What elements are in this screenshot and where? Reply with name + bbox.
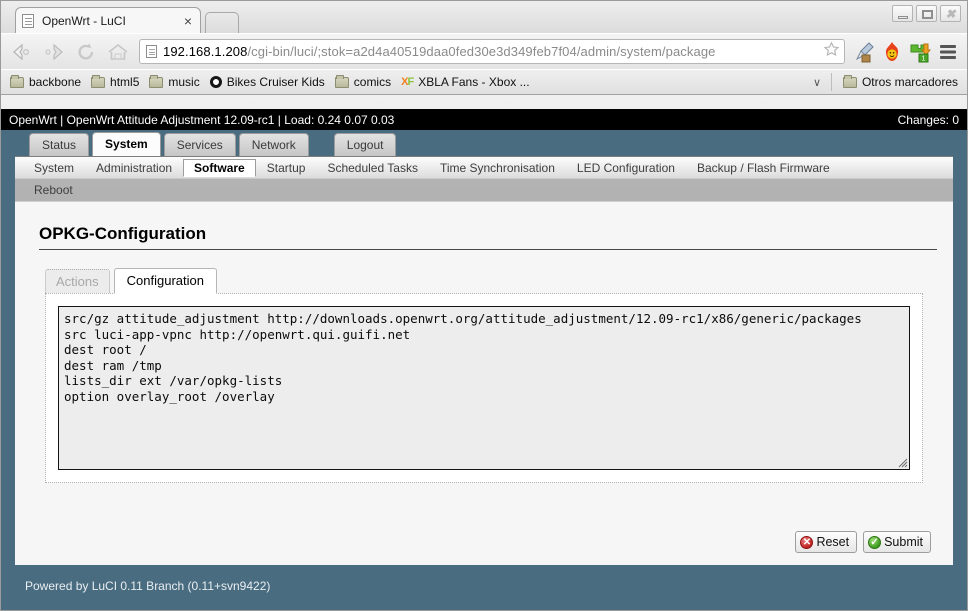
subnav-item-reboot[interactable]: Reboot: [23, 181, 84, 199]
chevron-down-icon[interactable]: ∨: [809, 76, 825, 89]
luci-changes-counter: Changes: 0: [897, 112, 959, 127]
luci-sub-navigation-row-2: Reboot: [23, 179, 945, 201]
subnav-item-time-synchronisation[interactable]: Time Synchronisation: [429, 159, 566, 177]
luci-page: OpenWrt | OpenWrt Attitude Adjustment 12…: [1, 109, 967, 610]
reset-button-label: Reset: [816, 535, 850, 549]
subnav-item-led-configuration[interactable]: LED Configuration: [566, 159, 686, 177]
tab-logout[interactable]: Logout: [333, 133, 397, 156]
page-title: OPKG-Configuration: [39, 224, 937, 250]
ring-icon: [209, 76, 222, 88]
bookmark-other-bookmarks[interactable]: Otros marcadores: [838, 73, 963, 91]
reload-icon[interactable]: [71, 38, 101, 66]
subnav-item-system[interactable]: System: [23, 159, 85, 177]
luci-header-bar: OpenWrt | OpenWrt Attitude Adjustment 12…: [1, 109, 967, 131]
home-icon[interactable]: [103, 38, 133, 66]
bookmark-label: backbone: [29, 75, 82, 89]
url-bar[interactable]: 192.168.1.208/cgi-bin/luci/;stok=a2d4a40…: [139, 39, 845, 64]
svg-text:1: 1: [922, 55, 926, 62]
bookmarks-right-group: ∨ Otros marcadores: [803, 73, 963, 91]
opkg-config-textarea[interactable]: [58, 306, 910, 470]
tab-system[interactable]: System: [92, 132, 161, 156]
cbi-panel: [45, 293, 923, 483]
bookmark-html5[interactable]: html5: [86, 73, 144, 91]
maximize-icon[interactable]: [916, 5, 937, 22]
bookmark-label: Bikes Cruiser Kids: [226, 75, 325, 89]
cbi-tab-bar: Actions Configuration: [45, 268, 937, 294]
bookmark-star-icon[interactable]: [823, 41, 840, 63]
bookmark-bikes-cruiser-kids[interactable]: Bikes Cruiser Kids: [205, 73, 330, 91]
url-text: 192.168.1.208/cgi-bin/luci/;stok=a2d4a40…: [163, 44, 820, 59]
submit-button[interactable]: ✓ Submit: [863, 531, 931, 553]
url-path: /cgi-bin/luci/;stok=a2d4a40519daa0fed30e…: [247, 44, 716, 59]
folder-icon: [334, 74, 349, 88]
bookmark-label: music: [168, 75, 200, 89]
close-icon[interactable]: ×: [182, 14, 194, 28]
browser-window: OpenWrt - LuCI × ✖ 192.168.1.208/cgi-bin…: [0, 0, 968, 611]
browser-tab[interactable]: OpenWrt - LuCI ×: [15, 7, 201, 33]
folder-icon: [10, 74, 24, 88]
minimize-icon[interactable]: [892, 5, 913, 22]
menu-icon[interactable]: [935, 38, 961, 66]
tab-services[interactable]: Services: [163, 133, 236, 156]
reset-icon: ✕: [800, 535, 814, 549]
subnav-item-administration[interactable]: Administration: [85, 159, 183, 177]
flame-icon[interactable]: [879, 38, 905, 66]
extension-download-icon[interactable]: 1: [907, 38, 933, 66]
page-icon: [22, 13, 34, 28]
close-icon[interactable]: ✖: [940, 5, 961, 22]
luci-content: OPKG-Configuration Actions Configuration: [15, 201, 953, 521]
subnav-item-backup-flash-firmware[interactable]: Backup / Flash Firmware: [686, 159, 841, 177]
folder-icon: [149, 74, 164, 88]
cbi-tab-actions[interactable]: Actions: [45, 269, 110, 293]
tab-network[interactable]: Network: [238, 133, 309, 156]
form-actions: ✕ Reset ✓ Submit: [15, 521, 953, 565]
back-icon[interactable]: [7, 38, 37, 66]
subnav-item-software[interactable]: Software: [183, 159, 256, 177]
folder-icon: [91, 74, 106, 88]
page-icon: [146, 45, 157, 58]
eyedropper-icon[interactable]: [851, 38, 877, 66]
bookmark-backbone[interactable]: backbone: [5, 73, 86, 91]
luci-header-info: OpenWrt | OpenWrt Attitude Adjustment 12…: [9, 112, 395, 127]
submit-button-label: Submit: [884, 535, 923, 549]
folder-icon: [842, 74, 857, 88]
bookmark-label: html5: [110, 75, 140, 89]
divider: [830, 73, 832, 91]
tab-status[interactable]: Status: [29, 133, 90, 156]
bookmark-comics[interactable]: comics: [330, 73, 396, 91]
url-host: 192.168.1.208: [163, 44, 248, 59]
new-tab-button[interactable]: [205, 12, 239, 33]
bookmark-label: Otros marcadores: [861, 75, 958, 89]
luci-sub-navigation: System Administration Software Startup S…: [15, 156, 953, 201]
submit-icon: ✓: [868, 535, 882, 549]
window-controls: ✖: [892, 5, 961, 22]
cbi-tab-configuration[interactable]: Configuration: [113, 268, 217, 294]
bookmarks-bar: backbone html5 music Bikes Cruiser Kids …: [1, 69, 967, 95]
subnav-item-startup[interactable]: Startup: [256, 159, 317, 177]
browser-navigation-bar: 192.168.1.208/cgi-bin/luci/;stok=a2d4a40…: [1, 33, 967, 69]
xf-icon: XF: [401, 76, 414, 88]
luci-footer: Powered by LuCI 0.11 Branch (0.11+svn942…: [25, 579, 271, 593]
reset-button[interactable]: ✕ Reset: [795, 531, 858, 553]
luci-sub-navigation-row-1: System Administration Software Startup S…: [23, 157, 945, 179]
browser-tab-title: OpenWrt - LuCI: [42, 13, 126, 28]
bookmark-music[interactable]: music: [144, 73, 204, 91]
subnav-item-scheduled-tasks[interactable]: Scheduled Tasks: [316, 159, 429, 177]
browser-tab-strip: OpenWrt - LuCI × ✖: [1, 1, 967, 33]
bookmark-label: XBLA Fans - Xbox ...: [418, 75, 530, 89]
luci-main-tabs: Status System Services Network Logout: [1, 131, 967, 156]
forward-icon[interactable]: [39, 38, 69, 66]
bookmark-xbla-fans[interactable]: XF XBLA Fans - Xbox ...: [396, 73, 534, 91]
bookmark-label: comics: [353, 75, 392, 89]
